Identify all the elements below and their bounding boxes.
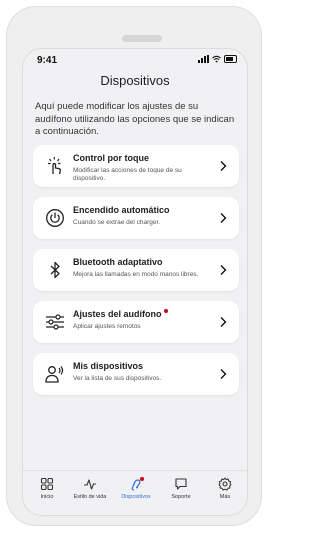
chevron-right-icon: [220, 213, 227, 223]
chevron-right-icon: [220, 369, 227, 379]
card-subtitle: Modificar las acciones de toque de su di…: [73, 167, 182, 182]
tab-label: Estilo de vida: [73, 494, 107, 500]
card-mis-dispositivos[interactable]: Mis dispositivos Ver la lista de sus dis…: [33, 353, 239, 395]
card-title: Mis dispositivos: [73, 361, 144, 371]
page-description: Aquí puede modificar los ajustes de su a…: [35, 101, 235, 137]
status-time: 9:41: [37, 55, 58, 66]
app-screen: 9:41 Dispositivos Aquí puede modificar l…: [22, 48, 248, 516]
tab-inicio[interactable]: Inicio: [25, 477, 69, 500]
battery-icon: [224, 55, 237, 63]
status-icons: [198, 55, 237, 63]
tab-estilo-de-vida[interactable]: Estilo de vida: [68, 477, 112, 500]
tab-dispositivos[interactable]: Dispositivos: [114, 477, 158, 500]
card-title: Control por toque: [73, 153, 149, 163]
chevron-right-icon: [220, 265, 227, 275]
tab-label: Soporte: [171, 494, 191, 500]
card-title-text: Ajustes del audífono: [73, 309, 162, 319]
card-subtitle: Aplicar ajustes remotos: [73, 323, 141, 330]
power-icon: [46, 209, 64, 227]
card-title: Bluetooth adaptativo: [73, 257, 163, 267]
card-subtitle: Cuando se extrae del charger.: [73, 219, 161, 226]
signal-icon: [198, 55, 209, 63]
tab-label: Más: [219, 494, 231, 500]
sliders-icon: [46, 314, 64, 330]
gear-icon: [218, 477, 232, 491]
wifi-icon: [212, 55, 221, 63]
card-ajustes-del-audifono[interactable]: Ajustes del audífono Aplicar ajustes rem…: [33, 301, 239, 343]
card-bluetooth-adaptativo[interactable]: Bluetooth adaptativo Mejora las llamadas…: [33, 249, 239, 291]
chevron-right-icon: [220, 161, 227, 171]
tab-bar: Inicio Estilo de vida Dispositivos Sopor…: [23, 470, 247, 515]
tab-label: Dispositivos: [121, 494, 151, 500]
card-title: Ajustes del audífono: [73, 309, 168, 319]
card-encendido-automatico[interactable]: Encendido automático Cuando se extrae de…: [33, 197, 239, 239]
card-subtitle: Mejora las llamadas en modo manos libres…: [73, 271, 199, 278]
card-control-por-toque[interactable]: Control por toque Modificar las acciones…: [33, 145, 239, 187]
grid-icon: [40, 477, 54, 491]
tab-soporte[interactable]: Soporte: [159, 477, 203, 500]
bluetooth-icon: [50, 261, 60, 279]
activity-icon: [84, 479, 96, 490]
chevron-right-icon: [220, 317, 227, 327]
touch-icon: [48, 157, 61, 175]
tab-mas[interactable]: Más: [203, 477, 247, 500]
notification-badge: [163, 309, 168, 313]
settings-list: Control por toque Modificar las acciones…: [33, 145, 239, 405]
phone-speaker: [122, 35, 162, 42]
status-bar: 9:41: [23, 49, 247, 69]
hearing-devices-icon: [45, 366, 64, 383]
notification-badge: [140, 477, 144, 481]
chat-icon: [175, 478, 187, 490]
page-title: Dispositivos: [100, 73, 170, 88]
card-subtitle: Ver la lista de sus dispositivos.: [73, 375, 162, 382]
tab-label: Inicio: [40, 494, 54, 500]
card-title: Encendido automático: [73, 205, 170, 215]
